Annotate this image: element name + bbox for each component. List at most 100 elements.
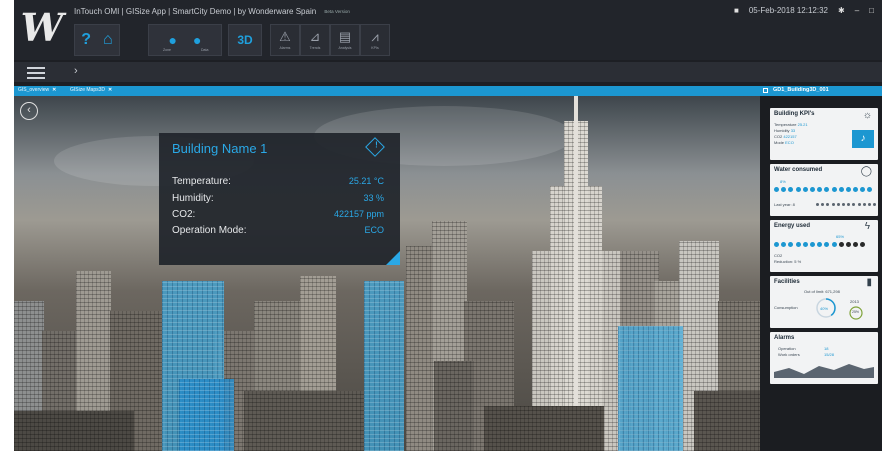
building-info-card: Building Name 1 ! Temperature: 25.21 °C … (159, 133, 400, 265)
line-chart-icon: ⩘ (371, 29, 379, 44)
building-kpi-card[interactable]: Building KPI's ☼ Temperature 25.21 Humid… (770, 108, 878, 160)
foreground-building (434, 361, 474, 451)
tab-label: GISize Maps3D (70, 87, 106, 93)
kpis-label: KPIs (371, 46, 379, 50)
datetime: 05-Feb-2018 12:12:32 (748, 6, 828, 15)
alarms-button[interactable]: ⚠ Alarms (270, 24, 300, 56)
humidity-row: Humidity: 33 % (172, 193, 384, 205)
video-camera-icon[interactable]: ■ (734, 6, 739, 15)
humidity-value: 33 % (363, 193, 384, 203)
view-3d-label: 3D (237, 33, 253, 47)
document-icon: ▤ (338, 29, 352, 44)
right-panel: GD1_Building3D_001 Building KPI's ☼ Temp… (760, 86, 882, 451)
kpi-co2: CO2 422157 (774, 134, 797, 139)
facilities-out-of-limit: Out of limit: 671,298 (804, 289, 840, 294)
minimize-icon[interactable]: – (855, 6, 859, 15)
panel-header: GD1_Building3D_001 (760, 86, 882, 96)
kpis-button[interactable]: ⩘ KPIs (360, 24, 390, 56)
wonderware-logo: W (20, 5, 64, 50)
weather-icon: ☼ (862, 110, 872, 121)
home-icon[interactable]: ⌂ (103, 31, 113, 49)
highlighted-building[interactable] (618, 326, 683, 451)
water-title: Water consumed (774, 167, 823, 173)
temperature-row: Temperature: 25.21 °C (172, 176, 384, 188)
co2-row: CO2: 422157 ppm (172, 209, 384, 221)
diamond-info-icon[interactable]: ! (365, 137, 385, 157)
trend-icon: ⊿ (309, 29, 321, 44)
co2-value: 422157 ppm (333, 209, 384, 219)
tab-label: GIS_overview (18, 87, 50, 93)
alarms-operation-value: 18 (824, 346, 829, 351)
water-last-year-dots (816, 203, 877, 206)
foreground-building (484, 406, 604, 451)
help-home-group: ? ⌂ (74, 24, 120, 56)
tab-gisize-maps3d[interactable]: GISize Maps3D ✕ (70, 87, 112, 93)
temperature-label: Temperature: (172, 176, 231, 187)
nav-button-group: ⚠ Alarms ⊿ Trends ▤ Analysis ⩘ KPIs (270, 24, 390, 56)
energy-co2-label: CO2 (774, 253, 783, 258)
temperature-value: 25.21 °C (348, 176, 384, 186)
chevron-right-icon[interactable]: › (74, 65, 78, 77)
navigation-bar: › (14, 62, 882, 82)
close-icon[interactable]: ✕ (52, 87, 56, 93)
alarms-label: Alarms (279, 46, 291, 50)
tab-gis-overview[interactable]: GIS_overview ✕ (18, 87, 56, 93)
building-name: Building Name 1 (172, 141, 268, 156)
beta-label: Beta Version (324, 9, 350, 15)
facilities-card[interactable]: Facilities ▮ Out of limit: 671,298 Consu… (770, 276, 878, 328)
energy-dots (774, 242, 866, 247)
facilities-consumption-label: Consumption (774, 305, 798, 310)
building (406, 246, 434, 451)
operation-mode-label: Operation Mode: (172, 225, 247, 236)
close-icon[interactable]: ✕ (108, 87, 112, 93)
view-3d-button[interactable]: 3D (228, 24, 262, 56)
bell-icon[interactable]: ♪ (852, 130, 874, 148)
analysis-label: Analysis (338, 46, 352, 50)
foreground-building (244, 391, 364, 451)
humidity-label: Humidity: (172, 193, 214, 204)
water-drop-icon: ◯ (860, 166, 872, 177)
header-bar: W InTouch OMI | GISize App | SmartCity D… (14, 0, 882, 60)
foreground-building (14, 411, 134, 451)
window-icon (763, 88, 768, 93)
tab-bar: GIS_overview ✕ GISize Maps3D ✕ (14, 86, 760, 96)
year-percent: 25% (852, 310, 860, 314)
energy-used-card[interactable]: Energy used ϟ 65% CO2 Reduction: 5 % (770, 220, 878, 272)
consumption-percent: 40% (820, 306, 829, 311)
maximize-icon[interactable]: □ (869, 6, 874, 15)
alarm-icon: ⚠ (279, 29, 291, 44)
tower-spire (574, 96, 578, 451)
app-title-text: InTouch OMI | GISize App | SmartCity Dem… (74, 7, 317, 16)
energy-reduction: Reduction: 5 % (774, 259, 802, 264)
alarms-work-orders-value: 15/28 (824, 352, 835, 357)
water-dots (774, 187, 873, 192)
kpi-temperature: Temperature 25.21 (774, 122, 808, 127)
app-window: W InTouch OMI | GISize App | SmartCity D… (14, 0, 882, 451)
facilities-title: Facilities (774, 279, 800, 285)
back-button[interactable]: ‹ (20, 102, 38, 120)
trends-button[interactable]: ⊿ Trends (300, 24, 330, 56)
location-group: ● ● Zone Data (148, 24, 222, 56)
facilities-year: 2013 (850, 299, 859, 304)
settings-icon[interactable]: ✱ (838, 6, 845, 15)
pin-zone-label: Zone (163, 48, 171, 52)
foreground-building (694, 391, 760, 451)
alarms-operation-label: Operation (778, 346, 796, 351)
alarms-card[interactable]: Alarms Operation 18 Work orders 15/28 (770, 332, 878, 384)
alarms-sparkline (774, 364, 874, 378)
water-consumed-card[interactable]: Water consumed ◯ 8% Last year: 8 (770, 164, 878, 216)
water-percent: 8% (780, 179, 786, 184)
help-button[interactable]: ? (81, 31, 91, 49)
location-pin-data-icon[interactable]: ● (193, 32, 201, 48)
alarms-work-orders-label: Work orders (778, 352, 800, 357)
trends-label: Trends (309, 46, 321, 50)
location-pin-icon[interactable]: ● (169, 32, 177, 48)
lightning-icon: ϟ (864, 221, 870, 232)
selected-building[interactable] (364, 281, 404, 451)
hamburger-menu-icon[interactable] (27, 67, 45, 79)
kpi-humidity: Humidity 33 (774, 128, 796, 133)
highlighted-building-base[interactable] (179, 379, 234, 451)
energy-percent: 65% (836, 234, 845, 239)
battery-icon: ▮ (866, 277, 872, 288)
analysis-button[interactable]: ▤ Analysis (330, 24, 360, 56)
